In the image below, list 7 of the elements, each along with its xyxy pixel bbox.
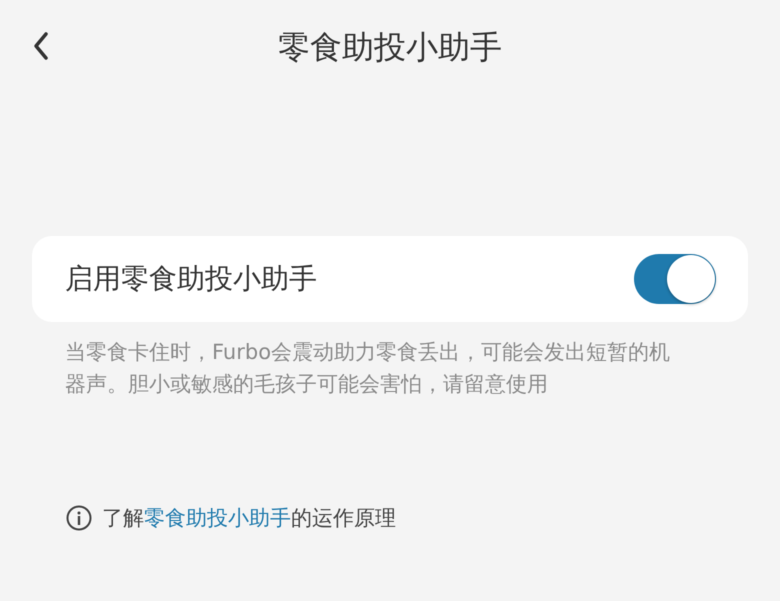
info-icon (66, 505, 92, 531)
info-text: 了解零食助投小助手的运作原理 (102, 505, 396, 532)
toggle-switch[interactable] (634, 254, 716, 304)
description-text: 当零食卡住时，Furbo会震动助力零食丢出，可能会发出短暂的机器声。胆小或敏感的毛孩子可能会害怕，请留意使用 (65, 339, 672, 398)
info-link[interactable]: 零食助投小助手 (144, 506, 291, 530)
page-title: 零食助投小助手 (278, 27, 502, 68)
setting-label: 启用零食助投小助手 (65, 261, 317, 297)
